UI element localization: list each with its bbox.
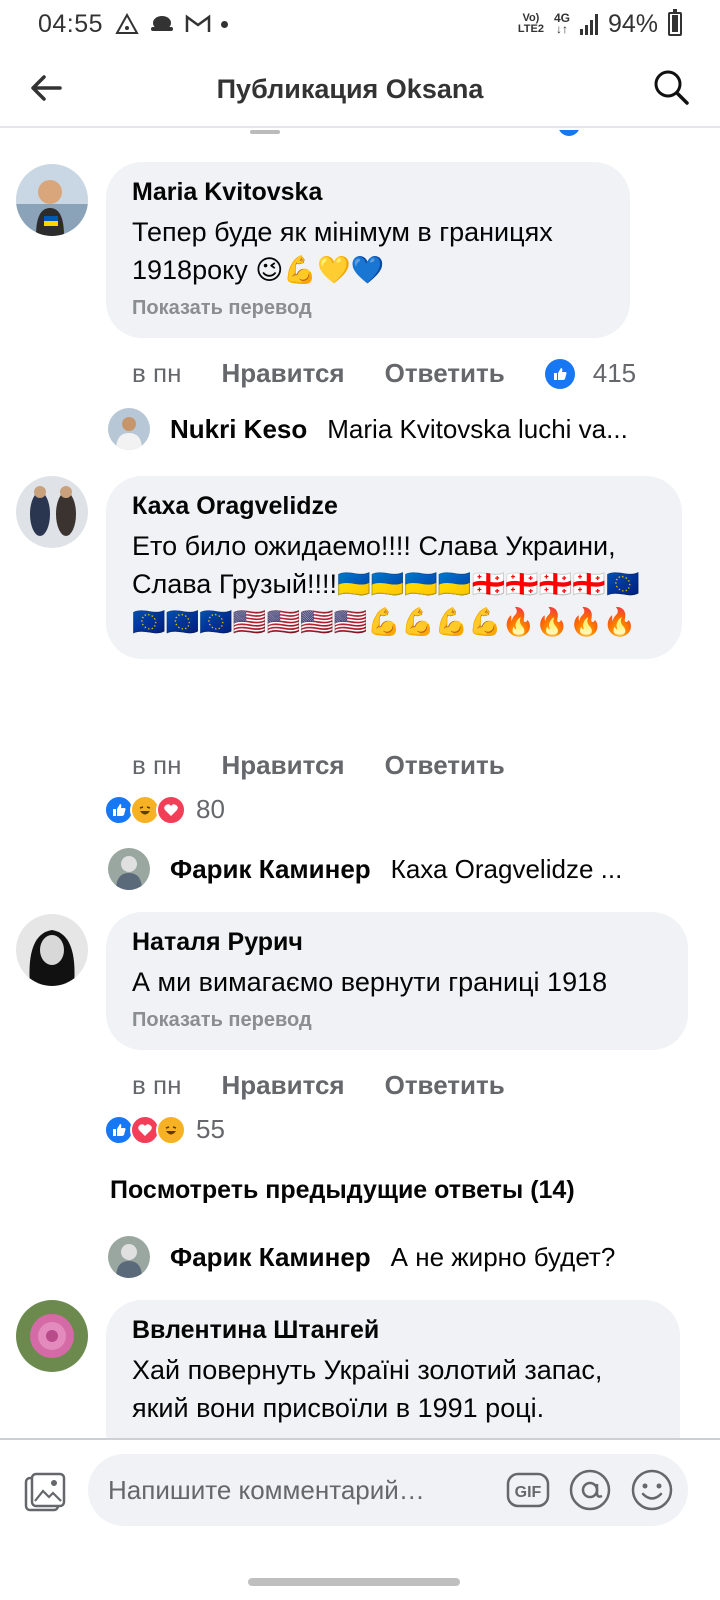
home-indicator[interactable] xyxy=(248,1578,460,1586)
show-translation-link[interactable]: Показать перевод xyxy=(132,297,604,320)
reply-preview[interactable]: Фарик Каминер Каха Oragvelidze ... xyxy=(108,848,622,890)
comment-author[interactable]: Наталя Рурич xyxy=(132,928,662,957)
partial-content xyxy=(250,130,280,134)
avatar[interactable] xyxy=(16,914,88,986)
status-time: 04:55 xyxy=(38,9,104,38)
like-button[interactable]: Нравится xyxy=(221,358,344,389)
avatar[interactable] xyxy=(108,848,150,890)
reactions-summary[interactable]: 55 xyxy=(104,1114,225,1145)
reply-preview[interactable]: Nukri Keso Maria Kvitovska luchi va... xyxy=(108,408,628,450)
reply-author[interactable]: Nukri Keso xyxy=(170,414,307,445)
battery-percent: 94% xyxy=(607,9,658,38)
emoji-icon[interactable] xyxy=(630,1468,674,1512)
comment-author[interactable]: Ввлентина Штангей xyxy=(132,1316,654,1345)
comment-input[interactable]: Напишите комментарий… GIF xyxy=(88,1454,688,1526)
page-title: Публикация Oksana xyxy=(216,73,484,104)
reply-author[interactable]: Фарик Каминер xyxy=(170,854,371,885)
avatar[interactable] xyxy=(108,408,150,450)
comments-feed[interactable]: Maria Kvitovska Тепер буде як мінімум в … xyxy=(0,130,720,1438)
view-previous-replies-link[interactable]: Посмотреть предыдущие ответы (14) xyxy=(110,1176,575,1205)
reaction-count[interactable]: 415 xyxy=(593,358,636,389)
comment-text: А ми вимагаємо вернути границі 1918 xyxy=(132,967,608,997)
app-header: Публикация Oksana xyxy=(0,52,720,128)
avatar[interactable] xyxy=(108,1236,150,1278)
status-bar: 04:55 Vo) LTE2 4G ↓↑ 94% xyxy=(0,0,720,48)
avatar[interactable] xyxy=(16,1300,88,1372)
comment-text: Хай повернуть Україні золотий запас, яки… xyxy=(132,1355,603,1423)
mention-icon[interactable] xyxy=(568,1468,612,1512)
love-reaction-icon xyxy=(156,794,186,825)
reply-button[interactable]: Ответить xyxy=(385,750,505,781)
reply-text: Каха Oragvelidze ... xyxy=(390,853,623,884)
comment-bubble[interactable]: Наталя Рурич А ми вимагаємо вернути гран… xyxy=(106,912,688,1050)
comment-text: Тепер буде як мінімум в границях 1918рок… xyxy=(132,217,553,285)
photo-icon[interactable] xyxy=(24,1472,66,1514)
reaction-count: 80 xyxy=(196,794,225,824)
signal-icon xyxy=(579,13,598,35)
reply-author[interactable]: Фарик Каминер xyxy=(170,1242,371,1273)
comment-bubble[interactable]: Каха Oragvelidze Ето било ожидаемо!!!! С… xyxy=(106,476,682,659)
comment-time[interactable]: в пн xyxy=(132,1070,181,1101)
svg-text:GIF: GIF xyxy=(515,1484,542,1501)
volte-indicator: Vo) LTE2 xyxy=(517,12,544,35)
reactions-summary[interactable]: 80 xyxy=(104,794,225,825)
reply-text: А не жирно будет? xyxy=(390,1241,616,1272)
reply-text: Maria Kvitovska luchi va... xyxy=(327,413,628,444)
reaction-count: 55 xyxy=(196,1114,225,1144)
dot-icon xyxy=(221,20,229,28)
network-gen: 4G ↓↑ xyxy=(553,11,570,36)
comment-text: Ето било ожидаемо!!!! Слава Украини, Сла… xyxy=(132,531,640,637)
haha-reaction-icon xyxy=(156,1114,186,1145)
comment-composer: Напишите комментарий… GIF xyxy=(0,1438,720,1544)
like-button[interactable]: Нравится xyxy=(221,750,344,781)
like-reaction-icon[interactable] xyxy=(544,358,575,389)
alert-triangle-icon xyxy=(115,13,139,34)
search-icon[interactable] xyxy=(652,68,690,106)
back-arrow-icon[interactable] xyxy=(28,70,64,106)
comment-actions: в пн Нравится Ответить xyxy=(132,1070,545,1101)
comment-time[interactable]: в пн xyxy=(132,358,181,389)
cap-icon xyxy=(151,16,174,31)
comment-author[interactable]: Maria Kvitovska xyxy=(132,178,604,207)
comment-author[interactable]: Каха Oragvelidze xyxy=(132,492,656,521)
comment-bubble[interactable]: Maria Kvitovska Тепер буде як мінімум в … xyxy=(106,162,630,338)
comment-actions: в пн Нравится Ответить xyxy=(132,750,545,781)
comment-actions: в пн Нравится Ответить 415 xyxy=(132,358,636,389)
comment-bubble[interactable]: Ввлентина Штангей Хай повернуть Україні … xyxy=(106,1300,680,1438)
avatar[interactable] xyxy=(16,476,88,548)
gif-icon[interactable]: GIF xyxy=(506,1468,550,1512)
show-translation-link[interactable]: Показать перевод xyxy=(132,1009,662,1032)
battery-icon xyxy=(668,9,682,36)
avatar[interactable] xyxy=(16,164,88,236)
comment-time[interactable]: в пн xyxy=(132,750,181,781)
reply-preview[interactable]: Фарик Каминер А не жирно будет? xyxy=(108,1236,615,1278)
gmail-icon xyxy=(185,14,211,32)
reply-button[interactable]: Ответить xyxy=(385,358,505,389)
like-button[interactable]: Нравится xyxy=(221,1070,344,1101)
partial-reaction-icon xyxy=(558,130,580,136)
comment-input-placeholder: Напишите комментарий… xyxy=(108,1474,425,1505)
reply-button[interactable]: Ответить xyxy=(385,1070,505,1101)
